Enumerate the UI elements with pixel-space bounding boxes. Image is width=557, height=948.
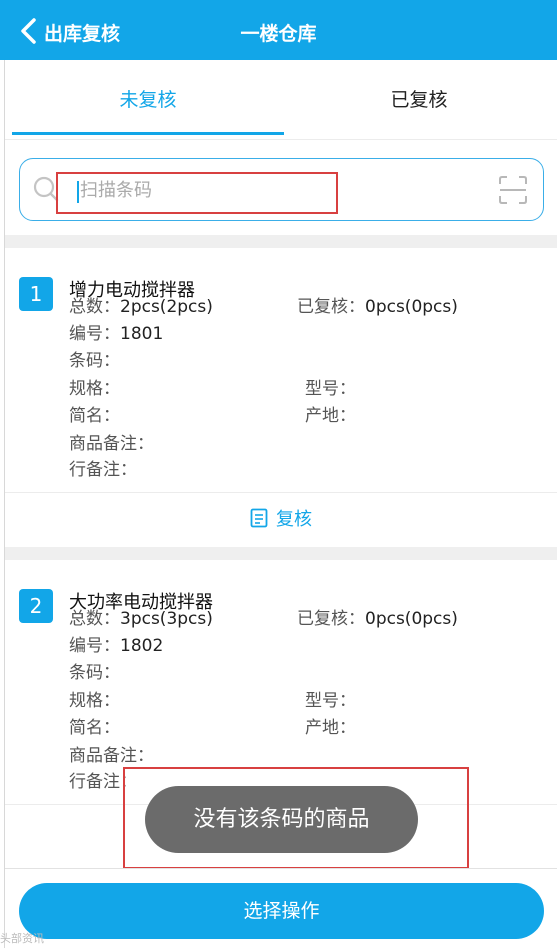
short-name-label: 简名：	[69, 406, 120, 426]
item-index-badge: 1	[19, 277, 53, 311]
spec-field: 规格：	[69, 686, 120, 711]
tab-unreviewed[interactable]: 未复核	[10, 60, 286, 140]
model-label: 型号：	[305, 379, 356, 399]
product-note-field: 商品备注：	[69, 429, 154, 454]
spec-label: 规格：	[69, 691, 120, 711]
reviewed-field: 已复核：0pcs(0pcs)	[297, 604, 458, 629]
origin-label: 产地：	[305, 406, 356, 426]
line-note-label: 行备注：	[69, 460, 137, 480]
reviewed-label: 已复核：	[297, 609, 365, 629]
tab-reviewed[interactable]: 已复核	[281, 60, 557, 140]
code-label: 编号：	[69, 636, 120, 656]
model-label: 型号：	[305, 691, 356, 711]
code-field: 编号：1802	[69, 631, 163, 656]
search-highlight-box	[56, 172, 338, 214]
barcode-label: 条码：	[69, 663, 120, 683]
origin-label: 产地：	[305, 718, 356, 738]
barcode-field: 条码：	[69, 658, 120, 683]
toast-highlight-box	[123, 767, 469, 869]
scan-icon[interactable]	[497, 174, 529, 206]
total-value: 2pcs(2pcs)	[120, 297, 213, 317]
model-field: 型号：	[305, 374, 356, 399]
origin-field: 产地：	[305, 713, 356, 738]
section-gap	[5, 547, 557, 560]
total-label: 总数：	[69, 609, 120, 629]
total-field: 总数：2pcs(2pcs)	[69, 292, 213, 317]
review-button-label: 复核	[276, 509, 312, 530]
origin-field: 产地：	[305, 401, 356, 426]
app-header: 出库复核 一楼仓库	[0, 0, 557, 60]
product-note-label: 商品备注：	[69, 434, 154, 454]
document-check-icon	[250, 508, 268, 528]
reviewed-label: 已复核：	[297, 297, 365, 317]
bottom-action-bar: 选择操作	[5, 868, 557, 948]
select-action-button[interactable]: 选择操作	[19, 883, 544, 939]
review-button[interactable]: 复核	[5, 493, 557, 547]
page-title: 一楼仓库	[240, 23, 317, 45]
short-name-field: 简名：	[69, 713, 120, 738]
product-card: 1 增力电动搅拌器 总数：2pcs(2pcs) 已复核：0pcs(0pcs) 编…	[5, 248, 557, 547]
model-field: 型号：	[305, 686, 356, 711]
reviewed-value: 0pcs(0pcs)	[365, 297, 458, 317]
barcode-field: 条码：	[69, 346, 120, 371]
total-field: 总数：3pcs(3pcs)	[69, 604, 213, 629]
product-note-field: 商品备注：	[69, 741, 154, 766]
short-name-label: 简名：	[69, 718, 120, 738]
short-name-field: 简名：	[69, 401, 120, 426]
section-gap	[5, 235, 557, 248]
code-field: 编号：1801	[69, 319, 163, 344]
reviewed-value: 0pcs(0pcs)	[365, 609, 458, 629]
review-tabs: 未复核 已复核	[5, 60, 557, 140]
line-note-field: 行备注：	[69, 455, 137, 480]
product-note-label: 商品备注：	[69, 746, 154, 766]
code-value: 1801	[120, 324, 164, 344]
watermark: 头部资讯	[0, 932, 44, 945]
spec-label: 规格：	[69, 379, 120, 399]
total-value: 3pcs(3pcs)	[120, 609, 213, 629]
code-value: 1802	[120, 636, 164, 656]
barcode-label: 条码：	[69, 351, 120, 371]
reviewed-field: 已复核：0pcs(0pcs)	[297, 292, 458, 317]
spec-field: 规格：	[69, 374, 120, 399]
total-label: 总数：	[69, 297, 120, 317]
code-label: 编号：	[69, 324, 120, 344]
item-index-badge: 2	[19, 589, 53, 623]
